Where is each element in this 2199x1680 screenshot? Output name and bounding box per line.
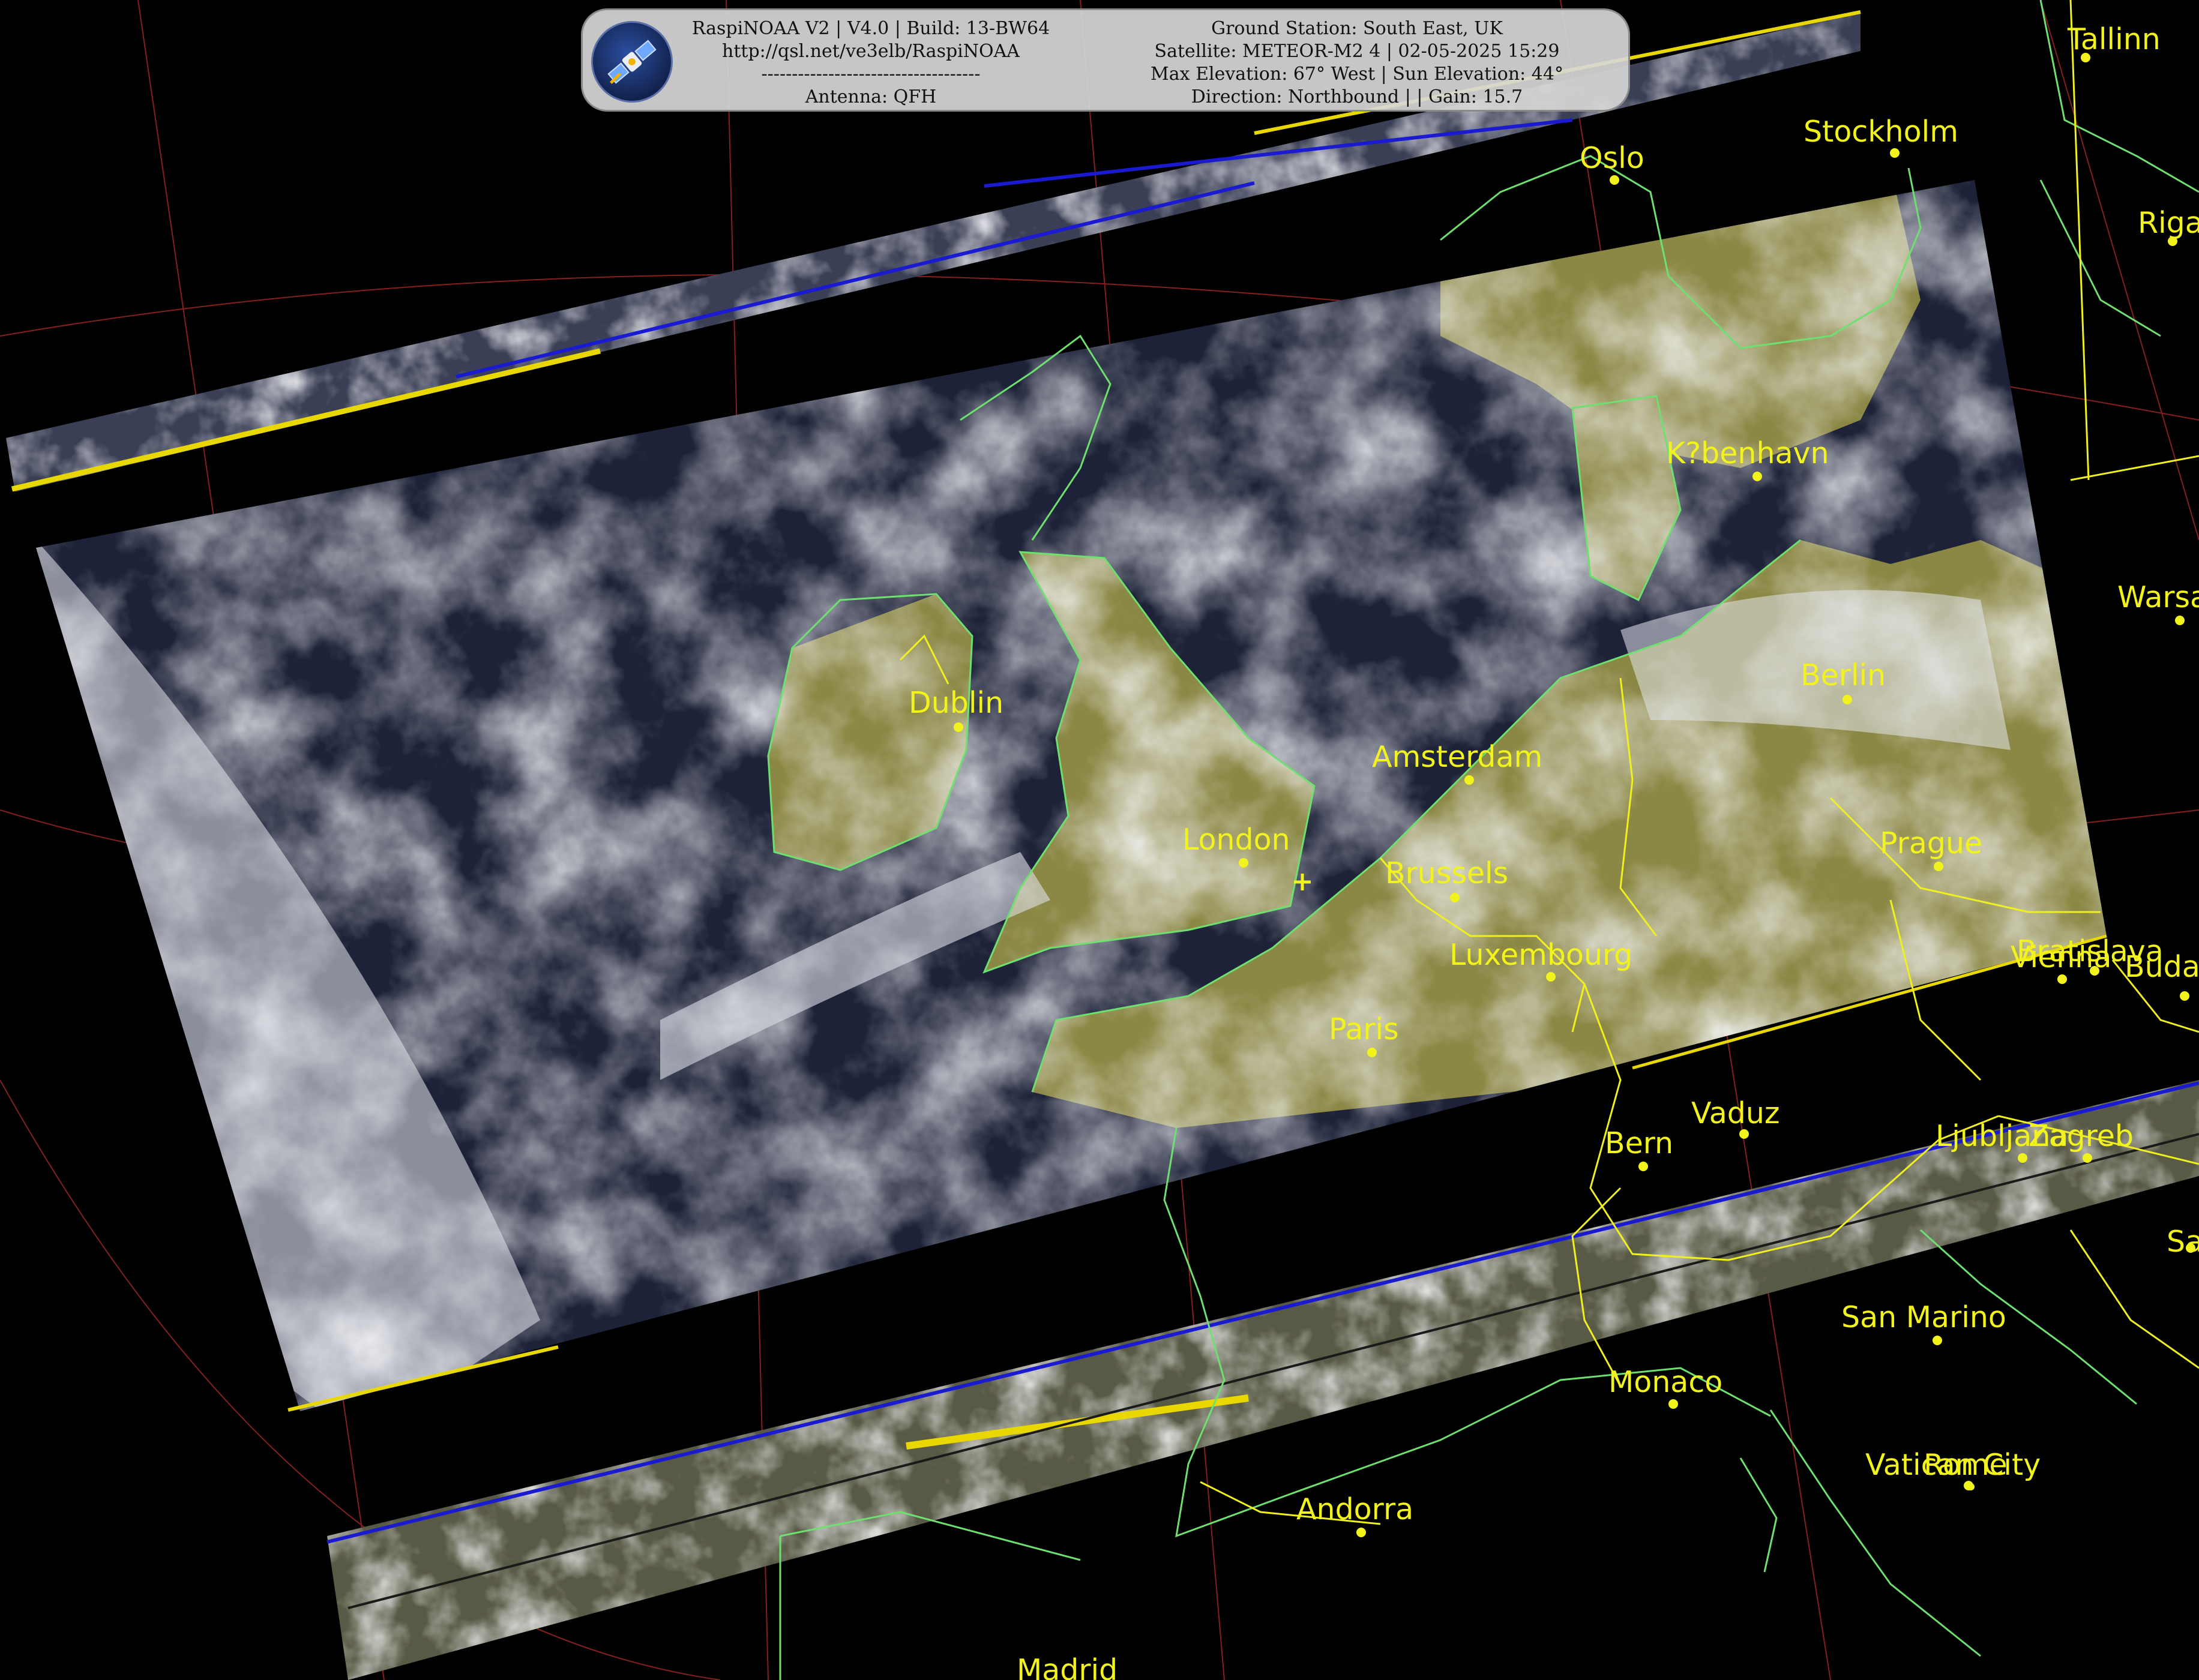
city-label-paris: Paris <box>1329 1012 1399 1046</box>
city-dot-oslo <box>1610 175 1619 185</box>
city-label-budapest: Budapest <box>2125 950 2199 984</box>
city-dot-san-marino <box>1933 1336 1942 1345</box>
city-dot-andorra <box>1356 1528 1366 1537</box>
city-label-brussels: Brussels <box>1385 856 1508 890</box>
city-label-luxembourg: Luxembourg <box>1449 938 1632 972</box>
satellite-logo <box>591 21 673 103</box>
city-label-madrid: Madrid <box>1017 1653 1118 1680</box>
city-label-berlin: Berlin <box>1800 658 1886 692</box>
info-direction: Direction: Northbound | | Gain: 15.7 <box>1191 86 1523 107</box>
city-dot-rome <box>1967 1483 1975 1490</box>
city-label-andorra: Andorra <box>1296 1492 1413 1526</box>
city-label-san-marino: San Marino <box>1841 1300 2006 1334</box>
info-separator: ------------------------------------ <box>761 64 981 85</box>
info-satellite: Satellite: METEOR-M2 4 | 02-05-2025 15:2… <box>1154 41 1560 62</box>
city-dot-ljubljana <box>2018 1153 2027 1163</box>
city-dot-zagreb <box>2083 1153 2092 1163</box>
city-dot-brussels <box>1450 893 1460 902</box>
city-dot-amsterdam <box>1464 775 1474 785</box>
info-right-column: Ground Station: South East, UK Satellite… <box>1099 17 1615 109</box>
city-dot-budapest <box>2180 991 2189 1001</box>
info-overlay: RaspiNOAA V2 | V4.0 | Build: 13-BW64 htt… <box>581 8 1630 112</box>
city-dot-stockholm <box>1890 148 1900 158</box>
city-dot-berlin <box>1843 695 1852 704</box>
info-left-column: RaspiNOAA V2 | V4.0 | Build: 13-BW64 htt… <box>685 17 1057 109</box>
city-dot-vienna <box>2057 974 2067 984</box>
city-label-dublin: Dublin <box>909 686 1003 720</box>
city-label-kobenhavn: K?benhavn <box>1666 436 1829 470</box>
city-label-riga: Riga <box>2138 206 2199 240</box>
city-label-tallinn: Tallinn <box>2067 22 2161 56</box>
city-label-prague: Prague <box>1880 826 1982 860</box>
city-label-stockholm: Stockholm <box>1803 115 1958 149</box>
city-label-bern: Bern <box>1605 1126 1673 1160</box>
info-version: RaspiNOAA V2 | V4.0 | Build: 13-BW64 <box>691 18 1050 39</box>
city-label-monaco: Monaco <box>1608 1365 1722 1399</box>
city-label-zagreb: Zagreb <box>2029 1119 2134 1153</box>
info-antenna: Antenna: QFH <box>805 86 937 107</box>
city-dot-kobenhavn <box>1752 472 1762 481</box>
city-label-london: London <box>1182 823 1290 857</box>
satellite-icon <box>607 40 657 85</box>
city-dot-bern <box>1638 1162 1648 1171</box>
info-elevation: Max Elevation: 67° West | Sun Elevation:… <box>1151 64 1563 85</box>
city-dot-vaduz <box>1739 1129 1749 1139</box>
city-dot-london <box>1239 858 1248 868</box>
city-label-sarajevo: Sarajevo <box>2167 1225 2199 1259</box>
city-label-amsterdam: Amsterdam <box>1372 740 1542 774</box>
city-dot-monaco <box>1668 1399 1678 1409</box>
city-dot-paris <box>1367 1048 1377 1057</box>
info-url: http://qsl.net/ve3elb/RaspiNOAA <box>722 41 1020 62</box>
city-dot-warsaw <box>2175 616 2185 625</box>
city-label-warsaw: Warsaw <box>2117 580 2199 614</box>
city-label-rome: Rome <box>1924 1448 2008 1482</box>
city-label-oslo: Oslo <box>1580 141 1644 175</box>
city-dot-dublin <box>954 722 963 732</box>
city-dot-luxembourg <box>1546 972 1556 982</box>
city-label-vaduz: Vaduz <box>1691 1096 1780 1130</box>
city-dot-prague <box>1934 862 1943 871</box>
info-station: Ground Station: South East, UK <box>1211 18 1503 39</box>
satellite-map: Tallinn Stockholm Oslo Riga K?benhavn Wa… <box>0 0 2199 1680</box>
